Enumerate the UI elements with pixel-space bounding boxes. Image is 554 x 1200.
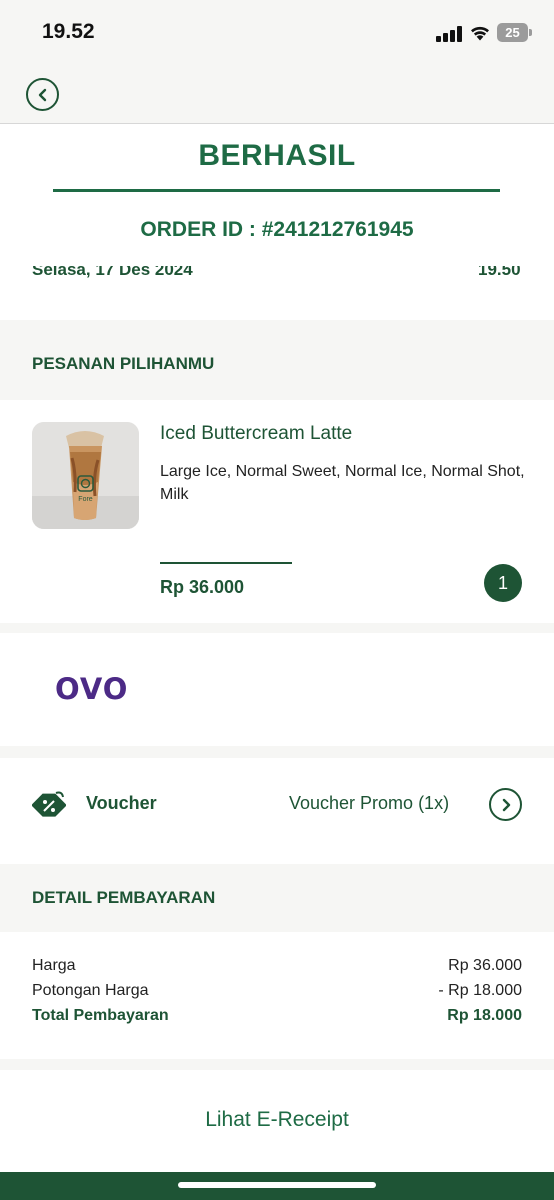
cellular-signal-icon xyxy=(436,26,463,42)
order-success-screen: 19.52 25 BERHASIL ORDER ID : #2412127619… xyxy=(0,0,554,1200)
wifi-icon xyxy=(471,26,489,41)
status-time: 19.52 xyxy=(42,20,95,43)
payment-section-title: DETAIL PEMBAYARAN xyxy=(32,888,216,907)
chevron-left-icon xyxy=(38,88,46,101)
voucher-open-button[interactable] xyxy=(489,788,522,821)
price-label: Harga xyxy=(32,957,76,974)
section-divider xyxy=(0,746,554,758)
voucher-value: Voucher Promo (1x) xyxy=(289,793,450,813)
voucher-row[interactable] xyxy=(0,758,554,852)
battery-tip xyxy=(529,29,532,36)
view-e-receipt-button[interactable]: Lihat E-Receipt xyxy=(0,1070,554,1170)
chevron-right-icon xyxy=(502,798,510,811)
total-value: Rp 18.000 xyxy=(447,1007,522,1024)
order-date: Selasa, 17 Des 2024 xyxy=(32,266,193,279)
cup-brand-label: Fore xyxy=(78,496,93,503)
item-name: Iced Buttercream Latte xyxy=(160,423,353,444)
header-bar xyxy=(0,0,554,124)
items-section-title: PESANAN PILIHANMU xyxy=(32,354,215,373)
discount-label: Potongan Harga xyxy=(32,982,149,999)
voucher-tag-icon xyxy=(32,791,66,817)
title-divider xyxy=(53,189,500,192)
order-id: ORDER ID : #241212761945 xyxy=(140,218,414,241)
item-image: Fore xyxy=(32,422,139,529)
discount-value: - Rp 18.000 xyxy=(438,982,522,999)
back-button[interactable] xyxy=(26,78,59,111)
battery-icon: 25 xyxy=(497,23,528,42)
order-status-title: BERHASIL xyxy=(198,139,356,172)
price-value: Rp 36.000 xyxy=(448,957,522,974)
total-label: Total Pembayaran xyxy=(32,1007,169,1024)
iced-latte-cup-image: Fore xyxy=(32,422,139,529)
price-divider xyxy=(160,562,292,564)
order-time: 19.50 xyxy=(478,266,521,279)
voucher-label: Voucher xyxy=(86,793,157,813)
section-divider xyxy=(0,1059,554,1070)
item-price: Rp 36.000 xyxy=(160,577,245,597)
section-divider xyxy=(0,623,554,633)
item-options: Large Ice, Normal Sweet, Normal Ice, Nor… xyxy=(160,463,525,503)
payment-method-logo: OVO xyxy=(55,672,129,706)
home-indicator[interactable] xyxy=(178,1182,376,1188)
item-quantity-badge: 1 xyxy=(484,564,522,602)
